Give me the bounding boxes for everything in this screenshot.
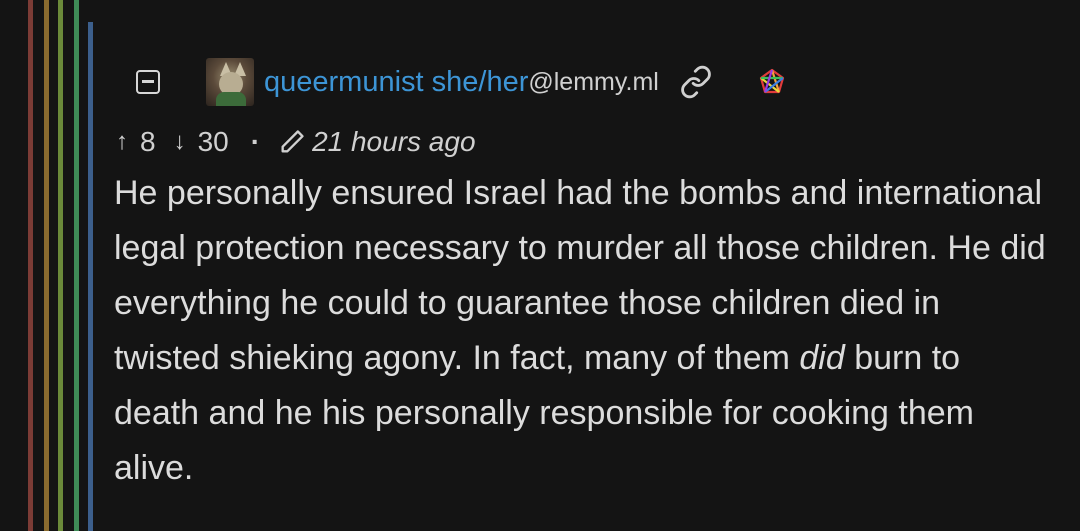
comment-text-emphasis: did — [799, 339, 845, 377]
comment-header: queermunist she/her @lemmy.ml — [136, 56, 787, 108]
pencil-icon — [281, 130, 304, 153]
comment-thread: queermunist she/her @lemmy.ml ↑ 8 ↓ 30 ·… — [0, 0, 1080, 531]
arrow-down-icon[interactable]: ↓ — [174, 128, 186, 156]
thread-indent-line — [74, 0, 79, 531]
thread-indent-line — [28, 0, 33, 531]
collapse-minus-icon[interactable] — [136, 70, 160, 94]
downvote-count: 30 — [197, 126, 229, 157]
comment-meta: ↑ 8 ↓ 30 · 21 hours ago — [116, 122, 476, 162]
avatar[interactable] — [206, 58, 254, 106]
thread-indent-line — [44, 0, 49, 531]
separator-dot: · — [250, 126, 261, 157]
thread-indent-line — [58, 0, 63, 531]
arrow-up-icon[interactable]: ↑ — [116, 128, 128, 156]
link-icon[interactable] — [679, 65, 713, 99]
author-instance: @lemmy.ml — [528, 67, 659, 96]
timestamp: 21 hours ago — [312, 126, 476, 157]
thread-indent-line-current — [88, 22, 93, 531]
upvote-count: 8 — [140, 126, 156, 157]
rainbow-star-badge-icon — [759, 68, 784, 94]
comment-body: He personally ensured Israel had the bom… — [114, 166, 1054, 496]
author-username-link[interactable]: queermunist she/her — [264, 66, 528, 99]
